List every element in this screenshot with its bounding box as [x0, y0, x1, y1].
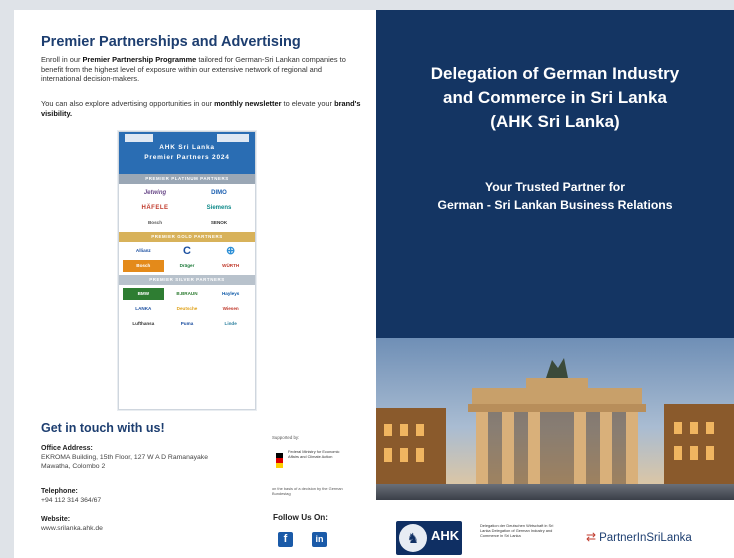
phone-number[interactable]: +94 112 314 364/67 [41, 497, 211, 506]
poster-header: AHK Sri Lanka Premier Partners 2024 [119, 132, 255, 174]
partner-logo: HÄFELE [141, 205, 169, 211]
partner-logo-text: PartnerInSriLanka [599, 532, 692, 544]
partner-logo: B.BRAUN [176, 291, 198, 296]
partner-logo: Bosch [147, 220, 163, 225]
office-address: EKROMA Building, 15th Floor, 127 W A D R… [41, 454, 208, 470]
poster-ahk-logo [125, 134, 153, 142]
partner-logo: Dräger [179, 263, 195, 268]
cover-tagline: Your Trusted Partner for German - Sri La… [376, 178, 734, 214]
partner-logo: BMW [123, 288, 164, 300]
tagline-line-1: Your Trusted Partner for [485, 180, 625, 194]
premier-partners-poster: AHK Sri Lanka Premier Partners 2024 PREM… [118, 131, 256, 410]
para2-mid-text: to elevate your [281, 99, 335, 108]
phone-label: Telephone: [41, 488, 78, 495]
ahk-logo-text: AHK [431, 528, 460, 543]
german-flag-icon [276, 453, 283, 468]
advertising-paragraph: You can also explore advertising opportu… [41, 99, 361, 118]
partner-logo: ⊕ [226, 245, 236, 257]
silver-logos: BMW B.BRAUN Hayleys LANKA Deutsche Wiese… [119, 285, 255, 333]
brochure-left-panel: Premier Partnerships and Advertising Enr… [14, 10, 376, 558]
newsletter-text: monthly newsletter [214, 99, 282, 108]
cover-title-line-1: Delegation of German Industry [430, 64, 680, 83]
partner-logo: Siemens [206, 205, 232, 211]
ahk-logo-subtitle: Delegation der Deutschen Wirtschaft in S… [480, 523, 554, 538]
ministry-logo: Federal Ministry for Economic Affairs an… [276, 447, 346, 479]
partner-logo: WÜRTH [222, 263, 240, 268]
partner-logo: SENOK [210, 220, 228, 225]
cover-title: Delegation of German Industry and Commer… [376, 62, 734, 134]
partner-logo: Hayleys [221, 291, 240, 296]
office-label: Office Address: [41, 445, 93, 452]
programme-name: Premier Partnership Programme [82, 55, 197, 64]
partner-logo: Bosch [123, 260, 164, 272]
follow-us-label: Follow Us On: [273, 513, 329, 522]
partner-logo: Wiesen [222, 306, 239, 311]
partnerships-heading: Premier Partnerships and Advertising [41, 34, 301, 50]
partner-logo: LANKA [135, 306, 152, 311]
partner-logo: Deutsche [176, 306, 198, 311]
website-label: Website: [41, 516, 71, 523]
contact-heading: Get in touch with us! [41, 421, 165, 435]
partner-logo: C [183, 245, 191, 257]
brochure-right-panel: Delegation of German Industry and Commer… [376, 10, 734, 558]
cover-title-line-3: (AHK Sri Lanka) [490, 112, 620, 131]
partnership-paragraph: Enroll in our Premier Partnership Progra… [41, 55, 361, 84]
linkedin-icon[interactable]: in [312, 532, 327, 547]
silver-band: PREMIER SILVER PARTNERS [119, 275, 255, 285]
website-link[interactable]: www.srilanka.ahk.de [41, 525, 211, 534]
platinum-band: PREMIER PLATINUM PARTNERS [119, 174, 255, 184]
supported-by-label: Supported by: [272, 435, 300, 440]
brandenburg-gate-photo [376, 338, 734, 500]
cover-title-line-2: and Commerce in Sri Lanka [443, 88, 667, 107]
poster-title-2: Premier Partners 2024 [144, 154, 230, 161]
lion-emblem-icon: ♞ [399, 524, 427, 552]
partner-logo: DIMO [211, 190, 227, 196]
ministry-name: Federal Ministry for Economic Affairs an… [288, 449, 340, 459]
poster-title-1: AHK Sri Lanka [159, 144, 215, 151]
poster-partner-logo [217, 134, 249, 142]
facebook-icon[interactable]: f [278, 532, 293, 547]
para1-text: Enroll in our [41, 55, 83, 64]
cover-navy-block: Delegation of German Industry and Commer… [376, 10, 734, 338]
partner-logo: Lufthansa [132, 321, 155, 326]
partner-logo: Linde [224, 321, 237, 326]
para2-text: You can also explore advertising opportu… [41, 99, 215, 108]
partner-logo: Puma [180, 321, 194, 326]
brandenburg-gate-image [376, 338, 734, 500]
gold-logos: Allianz C ⊕ Bosch Dräger WÜRTH [119, 242, 255, 275]
ahk-logo: ♞ AHK [396, 521, 462, 555]
gold-band: PREMIER GOLD PARTNERS [119, 232, 255, 242]
partner-logo: Jetwing [143, 190, 167, 196]
platinum-logos: Jetwing DIMO HÄFELE Siemens Bosch SENOK [119, 184, 255, 232]
partner-handshake-icon: ⇄ [586, 530, 597, 544]
partner-in-srilanka-logo: ⇄ PartnerInSriLanka [586, 530, 692, 544]
tagline-line-2: German - Sri Lankan Business Relations [437, 198, 673, 212]
partner-logo: Allianz [135, 248, 151, 253]
bundestag-note: on the basis of a decision by the German… [272, 486, 343, 496]
